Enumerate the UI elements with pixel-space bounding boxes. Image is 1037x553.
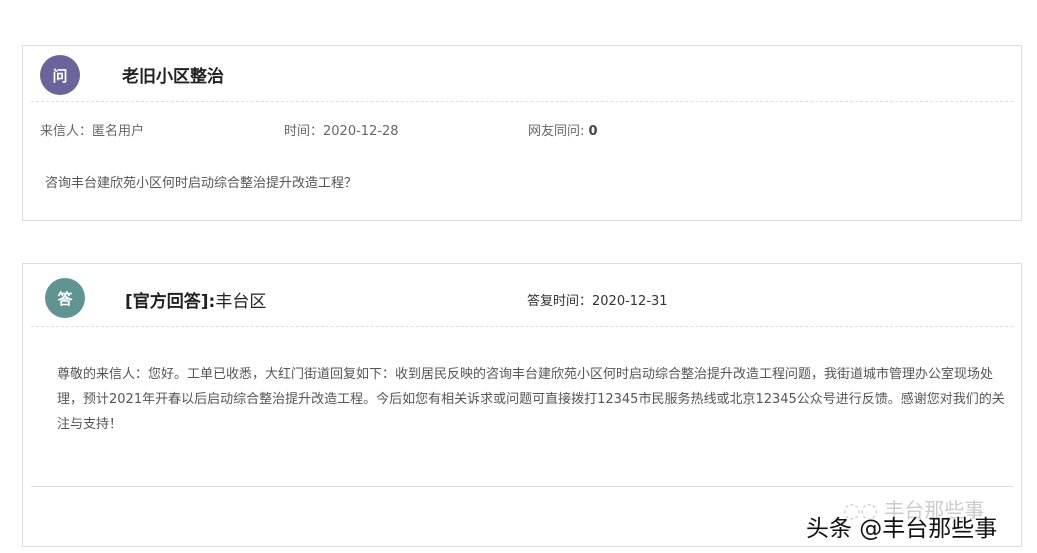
same-question-field: 网友同问: 0	[528, 120, 598, 139]
question-badge: 问	[40, 55, 80, 95]
answer-content: 尊敬的来信人：您好。工单已收悉，大红门街道回复如下：收到居民反映的咨询丰台建欣苑…	[57, 367, 1005, 432]
same-label: 网友同问:	[528, 124, 585, 139]
reply-time-label: 答复时间：	[527, 294, 593, 309]
same-count: 0	[588, 124, 598, 139]
question-content: 咨询丰台建欣苑小区何时启动综合整治提升改造工程？	[45, 176, 358, 191]
reply-time-value: 2020-12-31	[592, 294, 668, 309]
time-value: 2020-12-28	[323, 124, 399, 139]
answer-badge: 答	[45, 278, 85, 318]
time-field: 时间：2020-12-28	[284, 120, 399, 139]
reply-time-field: 答复时间：2020-12-31	[527, 290, 668, 309]
official-label: [官方回答]:	[125, 292, 216, 312]
divider	[31, 486, 1013, 487]
question-title: 老旧小区整治	[122, 67, 224, 87]
toutiao-watermark: 头条 @丰台那些事	[806, 516, 998, 542]
question-card: 问 老旧小区整治 来信人：匿名用户 时间：2020-12-28 网友同问: 0 …	[22, 45, 1022, 221]
answer-card: 答 [官方回答]:丰台区 答复时间：2020-12-31 尊敬的来信人：您好。工…	[22, 263, 1022, 547]
sender-field: 来信人：匿名用户	[40, 120, 144, 139]
divider	[31, 326, 1013, 327]
answer-title: [官方回答]:丰台区	[125, 287, 266, 312]
divider	[31, 101, 1013, 102]
sender-label: 来信人：	[40, 124, 93, 139]
time-label: 时间：	[284, 124, 324, 139]
sender-value: 匿名用户	[92, 124, 145, 139]
answer-org: 丰台区	[215, 292, 267, 312]
